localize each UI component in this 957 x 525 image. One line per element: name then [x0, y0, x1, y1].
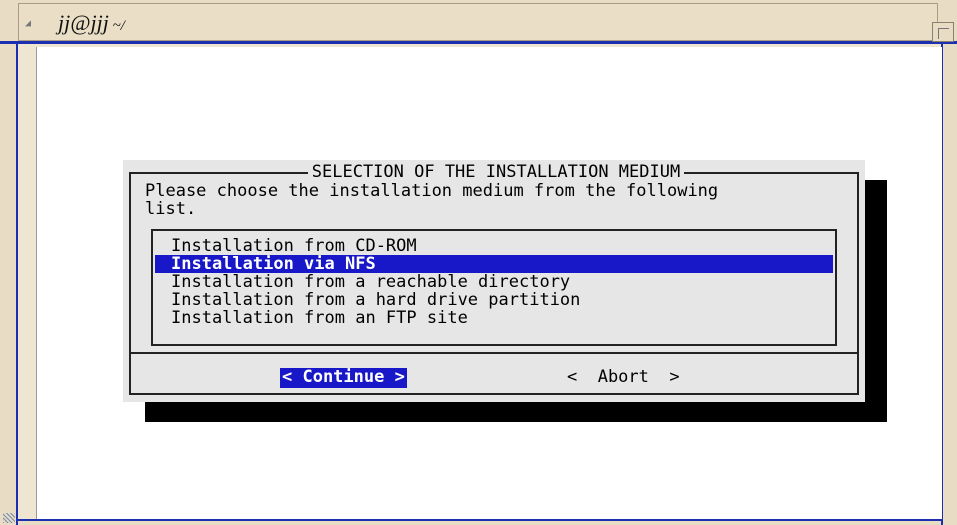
abort-button[interactable]: < Abort >: [567, 368, 680, 388]
dialog-frame: SELECTION OF THE INSTALLATION MEDIUM Ple…: [129, 162, 859, 395]
terminal-window: ◢ jj@jjj ~/ SELECTION OF THE INSTALLATIO…: [0, 0, 957, 525]
continue-button[interactable]: < Continue >: [280, 368, 407, 388]
list-item-nfs[interactable]: Installation via NFS: [155, 255, 833, 273]
list-item-ftp[interactable]: Installation from an FTP site: [165, 309, 829, 327]
window-menu-icon[interactable]: ◢: [25, 18, 37, 30]
installation-medium-dialog: SELECTION OF THE INSTALLATION MEDIUM Ple…: [123, 160, 865, 402]
button-separator: [131, 352, 857, 354]
dialog-prompt: Please choose the installation medium fr…: [145, 181, 719, 219]
list-item-cdrom[interactable]: Installation from CD-ROM: [165, 237, 829, 255]
window-title: jj@jjj ~/: [58, 10, 125, 36]
bottom-border[interactable]: [18, 519, 941, 525]
dialog-title-text: SELECTION OF THE INSTALLATION MEDIUM: [307, 162, 685, 182]
left-border[interactable]: [0, 44, 18, 525]
maximize-icon[interactable]: [932, 22, 954, 42]
title-bar[interactable]: ◢ jj@jjj ~/: [0, 0, 957, 44]
right-border[interactable]: [941, 44, 957, 525]
window-title-main: jj@jjj: [58, 10, 109, 35]
resize-grip-icon[interactable]: [3, 513, 15, 523]
dialog-title: SELECTION OF THE INSTALLATION MEDIUM: [131, 162, 861, 182]
list-item-directory[interactable]: Installation from a reachable directory: [165, 273, 829, 291]
medium-list[interactable]: Installation from CD-ROM Installation vi…: [151, 229, 837, 346]
window-title-suffix: ~/: [108, 18, 125, 34]
list-item-hard-drive[interactable]: Installation from a hard drive partition: [165, 291, 829, 309]
title-tab[interactable]: [18, 3, 938, 41]
